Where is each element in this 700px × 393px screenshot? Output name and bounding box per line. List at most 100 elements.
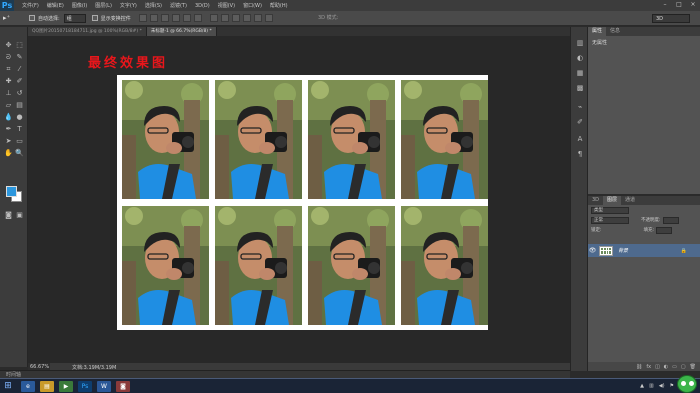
menu-layer[interactable]: 图层(L) xyxy=(95,2,112,9)
workspace-dropdown[interactable]: 3D xyxy=(652,14,690,23)
minimize-icon[interactable]: – xyxy=(660,1,670,9)
canvas-area[interactable]: 最终效果图 xyxy=(28,36,570,363)
photo-tile xyxy=(122,80,209,199)
pen-tool-icon[interactable]: ✒ xyxy=(4,125,13,133)
gradient-tool-icon[interactable]: ▤ xyxy=(15,101,24,109)
tab-properties[interactable]: 属性 xyxy=(588,27,607,36)
paths-panel-icon[interactable]: ⌁ xyxy=(575,103,585,112)
distribute-top-icon[interactable] xyxy=(209,14,218,22)
paragraph-panel-icon[interactable]: ¶ xyxy=(575,150,585,159)
menu-image[interactable]: 图像(I) xyxy=(72,2,87,9)
link-layers-icon[interactable]: ⛓ xyxy=(636,364,642,370)
shape-tool-icon[interactable]: ▭ xyxy=(15,137,24,145)
screen-mode-icon[interactable]: ▣ xyxy=(15,211,24,219)
move-tool-icon[interactable]: ✥ xyxy=(4,41,13,49)
maximize-icon[interactable]: □ xyxy=(674,1,684,9)
new-layer-icon[interactable]: ▢ xyxy=(681,364,686,370)
clone-stamp-tool-icon[interactable]: ⊥ xyxy=(4,89,13,97)
eraser-tool-icon[interactable]: ▱ xyxy=(4,101,13,109)
menu-3d[interactable]: 3D(D) xyxy=(195,3,210,9)
eyedropper-tool-icon[interactable]: ⁄ xyxy=(15,65,24,73)
crop-tool-icon[interactable]: ⌗ xyxy=(4,65,13,73)
lasso-tool-icon[interactable]: ᘐ xyxy=(4,53,13,61)
brush-tool-icon[interactable]: ✐ xyxy=(15,77,24,85)
align-hcenter-icon[interactable] xyxy=(182,14,191,22)
add-mask-icon[interactable]: ◫ xyxy=(655,364,660,370)
layer-name[interactable]: 背景 xyxy=(618,247,628,254)
brush-panel-icon[interactable]: ✐ xyxy=(575,118,585,127)
align-bottom-icon[interactable] xyxy=(160,14,169,22)
distribute-vcenter-icon[interactable] xyxy=(220,14,229,22)
auto-select-dropdown[interactable]: 组 xyxy=(63,13,86,23)
opacity-field[interactable] xyxy=(662,216,679,224)
dodge-tool-icon[interactable]: ● xyxy=(15,113,24,121)
document-page[interactable] xyxy=(117,75,488,330)
tab-channels[interactable]: 通道 xyxy=(621,196,639,205)
word-taskbar-icon[interactable]: W xyxy=(97,380,111,392)
zoom-tool-icon[interactable]: 🔍 xyxy=(15,149,24,157)
photoshop-taskbar-icon[interactable]: Ps xyxy=(78,380,92,392)
menu-select[interactable]: 选择(S) xyxy=(145,2,162,9)
volume-icon[interactable]: ◀) xyxy=(659,383,665,389)
menu-help[interactable]: 帮助(H) xyxy=(270,2,288,9)
tab-info[interactable]: 信息 xyxy=(606,27,624,36)
quick-mask-icon[interactable]: ◙ xyxy=(4,211,13,219)
tab-untitled-1[interactable]: 未标题-1 @ 66.7%(RGB/8) * xyxy=(146,27,217,36)
tab-layers[interactable]: 图层 xyxy=(603,196,622,205)
new-group-icon[interactable]: ▭ xyxy=(672,364,677,370)
align-left-icon[interactable] xyxy=(171,14,180,22)
flag-icon[interactable]: ⚑ xyxy=(670,383,674,389)
type-tool-icon[interactable]: T xyxy=(15,125,24,133)
close-icon[interactable]: × xyxy=(688,1,698,9)
tab-3d[interactable]: 3D xyxy=(588,196,603,205)
layer-row-background[interactable]: 👁 背景 🔒 xyxy=(588,244,700,257)
distribute-right-icon[interactable] xyxy=(264,14,273,22)
os-taskbar: ⊞ e ▤ ▶ Ps W ◙ ▲ ▥ ◀) ⚑ xyxy=(0,375,700,393)
distribute-left-icon[interactable] xyxy=(242,14,251,22)
foreground-color-swatch[interactable] xyxy=(6,186,17,197)
mascot-icon[interactable] xyxy=(677,375,697,393)
explorer-taskbar-icon[interactable]: ▤ xyxy=(40,380,54,392)
network-icon[interactable]: ▥ xyxy=(649,383,654,389)
align-top-icon[interactable] xyxy=(138,14,147,22)
quick-select-tool-icon[interactable]: ✎ xyxy=(15,53,24,61)
menu-filter[interactable]: 滤镜(T) xyxy=(170,2,187,9)
adjustment-layer-icon[interactable]: ◐ xyxy=(664,364,668,370)
tab-source-image[interactable]: QQ图片20150718184711.jpg @ 100%(RGB/8#) * xyxy=(28,27,147,36)
menu-file[interactable]: 文件(F) xyxy=(22,2,39,9)
app-taskbar-icon[interactable]: ◙ xyxy=(116,380,130,392)
blend-mode-dropdown[interactable]: 正常 xyxy=(591,216,629,224)
layer-kind-dropdown[interactable]: 类型 xyxy=(591,206,629,214)
healing-tool-icon[interactable]: ✚ xyxy=(4,77,13,85)
history-panel-icon[interactable]: ▥ xyxy=(575,39,585,48)
ie-taskbar-icon[interactable]: e xyxy=(21,380,35,392)
adjustments-panel-icon[interactable]: ◐ xyxy=(575,54,585,63)
menu-edit[interactable]: 编辑(E) xyxy=(47,2,64,9)
eye-icon[interactable]: 👁 xyxy=(588,247,597,254)
blur-tool-icon[interactable]: 💧 xyxy=(4,113,13,121)
marquee-tool-icon[interactable]: ⬚ xyxy=(15,41,24,49)
align-right-icon[interactable] xyxy=(193,14,202,22)
delete-layer-icon[interactable]: 🗑 xyxy=(690,364,696,370)
menu-view[interactable]: 视图(V) xyxy=(218,2,235,9)
move-tool-preset-icon[interactable]: ▸⁺ xyxy=(3,13,23,24)
character-panel-icon[interactable]: A xyxy=(575,135,585,144)
auto-select-checkbox[interactable] xyxy=(29,15,35,21)
layer-style-icon[interactable]: fx xyxy=(646,364,651,370)
path-select-tool-icon[interactable]: ➤ xyxy=(4,137,13,145)
fill-field[interactable] xyxy=(656,226,673,234)
start-button-icon[interactable]: ⊞ xyxy=(0,379,16,393)
distribute-bottom-icon[interactable] xyxy=(231,14,240,22)
tray-arrow-icon[interactable]: ▲ xyxy=(640,383,644,389)
hand-tool-icon[interactable]: ✋ xyxy=(4,149,13,157)
distribute-hcenter-icon[interactable] xyxy=(253,14,262,22)
menu-type[interactable]: 文字(Y) xyxy=(120,2,137,9)
timeline-bar[interactable]: 时间轴 xyxy=(0,370,570,378)
menu-window[interactable]: 窗口(W) xyxy=(243,2,262,9)
history-brush-tool-icon[interactable]: ↺ xyxy=(15,89,24,97)
swatches-panel-icon[interactable]: ▩ xyxy=(575,84,585,93)
transform-controls-checkbox[interactable] xyxy=(91,15,98,21)
media-taskbar-icon[interactable]: ▶ xyxy=(59,380,73,392)
styles-panel-icon[interactable]: ▦ xyxy=(575,69,585,78)
align-vcenter-icon[interactable] xyxy=(149,14,158,22)
